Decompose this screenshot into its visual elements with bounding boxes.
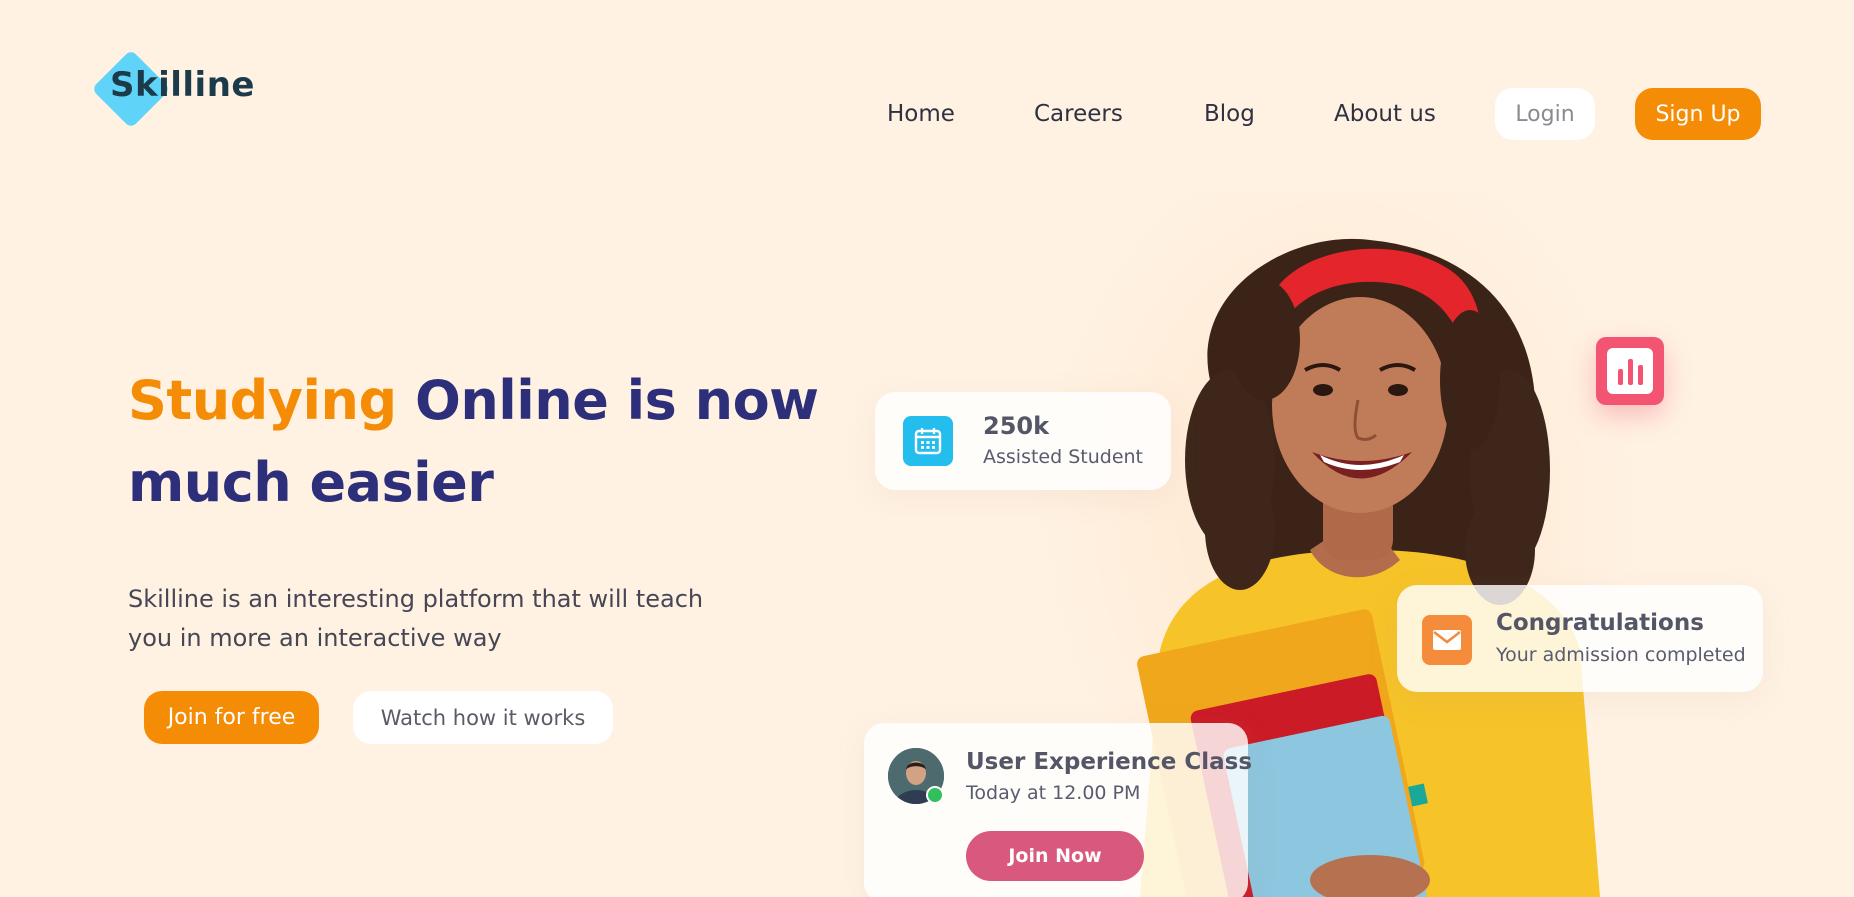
- students-count: 250k: [983, 412, 1050, 440]
- hero-title: Studying Online is now much easier: [128, 360, 828, 524]
- students-label: Assisted Student: [983, 446, 1144, 468]
- mail-icon: [1422, 615, 1472, 665]
- congratulations-card: Congratulations Your admission completed: [1397, 585, 1763, 692]
- brand-logo[interactable]: Skilline: [90, 48, 310, 130]
- assisted-students-card: 250k Assisted Student: [875, 392, 1171, 490]
- bar-chart-icon[interactable]: [1596, 337, 1664, 405]
- bar-chart-icon-inner: [1607, 348, 1653, 394]
- hero-description: Skilline is an interesting platform that…: [128, 585, 704, 652]
- congratulations-subtitle: Your admission completed: [1496, 644, 1746, 666]
- nav-home-link[interactable]: Home: [887, 101, 955, 127]
- class-time: Today at 12.00 PM: [966, 782, 1141, 804]
- nav-about-link[interactable]: About us: [1334, 101, 1436, 127]
- signup-button[interactable]: Sign Up: [1635, 88, 1761, 140]
- landing-page: Skilline Home Careers Blog About us Logi…: [0, 0, 1854, 897]
- login-button[interactable]: Login: [1495, 88, 1595, 140]
- nav-careers-link[interactable]: Careers: [1034, 101, 1123, 127]
- brand-name: Skilline: [110, 65, 255, 105]
- class-title: User Experience Class: [966, 749, 1253, 775]
- calendar-icon: [903, 416, 953, 466]
- watch-how-it-works-button[interactable]: Watch how it works: [353, 691, 613, 744]
- nav-blog-link[interactable]: Blog: [1204, 101, 1255, 127]
- class-card: User Experience Class Today at 12.00 PM …: [864, 723, 1252, 897]
- congratulations-title: Congratulations: [1496, 610, 1704, 636]
- join-now-button[interactable]: Join Now: [966, 831, 1144, 881]
- hero-title-accent: Studying: [128, 369, 397, 432]
- join-for-free-button[interactable]: Join for free: [144, 691, 319, 744]
- online-status-icon: [926, 786, 944, 804]
